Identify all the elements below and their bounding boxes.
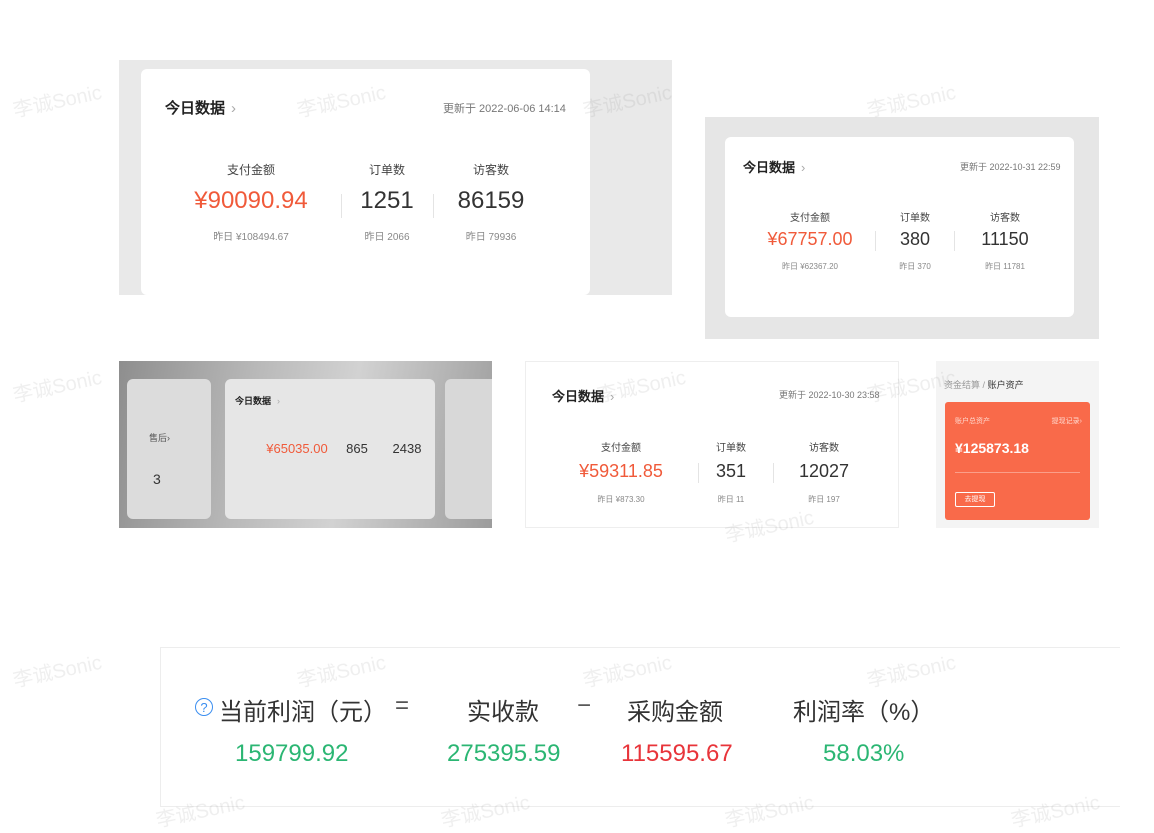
watermark: 李诚Sonic	[11, 651, 104, 693]
after-sales-value: 3	[153, 471, 161, 487]
minus-sign: −	[577, 692, 592, 719]
visitors-value: 11150	[981, 229, 1029, 249]
visitors-yesterday: 昨日 11781	[985, 262, 1025, 271]
asset-amount: ¥125873.18	[955, 440, 1029, 456]
pay-yesterday: 昨日 ¥873.30	[597, 495, 645, 504]
chevron-right-icon: ›	[1079, 418, 1082, 425]
orders-label: 订单数	[716, 443, 746, 454]
pay-yesterday: 昨日 ¥62367.20	[781, 262, 839, 271]
rate-label: 利润率（%）	[793, 699, 935, 726]
profit-formula-panel: ? 当前利润（元） = 实收款 − 采购金额 利润率（%） 159799.92 …	[160, 647, 1120, 807]
panel-account-assets: 资金结算 / 账户资产 账户总资产 提现记录› ¥125873.18 去提现	[936, 361, 1099, 528]
watermark: 李诚Sonic	[11, 366, 104, 408]
updated-time: 更新于 2022-06-06 14:14	[443, 103, 566, 115]
watermark: 李诚Sonic	[11, 81, 104, 123]
side-card	[445, 379, 492, 519]
received-value: 275395.59	[447, 740, 561, 767]
updated-time: 更新于 2022-10-30 23:58	[779, 390, 880, 400]
orders-yesterday: 昨日 2066	[364, 232, 410, 243]
orders-yesterday: 昨日 370	[899, 262, 931, 271]
equals-sign: =	[395, 692, 410, 719]
card-title[interactable]: 今日数据 ›	[552, 386, 614, 405]
chevron-right-icon: ›	[277, 396, 281, 406]
orders-value: 865	[346, 441, 368, 456]
pay-label: 支付金额	[226, 163, 275, 177]
profit-value: 159799.92	[235, 740, 349, 767]
after-sales-card[interactable]: 售后› 3	[127, 379, 211, 519]
breadcrumb-current: 账户资产	[987, 380, 1024, 390]
visitors-yesterday: 昨日 79936	[465, 232, 517, 243]
today-data-card: 今日数据 › 更新于 2022-10-31 22:59 支付金额 ¥67757.0…	[725, 137, 1074, 317]
chevron-right-icon: ›	[231, 100, 237, 117]
purchase-value: 115595.67	[621, 740, 733, 767]
divider	[433, 194, 434, 218]
pay-label: 支付金额	[790, 213, 830, 224]
received-label: 实收款	[467, 699, 539, 726]
pay-yesterday: 昨日 ¥108494.67	[213, 232, 289, 243]
card-title[interactable]: 今日数据 ›	[743, 157, 805, 176]
watermark: 李诚Sonic	[865, 81, 958, 123]
visitors-label: 访客数	[809, 443, 839, 454]
visitors-label: 访客数	[990, 213, 1020, 224]
divider	[955, 472, 1080, 476]
visitors-label: 访客数	[472, 163, 509, 177]
panel-card3: 售后› 3 今日数据 › ¥65035.00 865 2438	[119, 361, 492, 528]
visitors-value: 86159	[457, 187, 525, 214]
divider	[954, 231, 955, 251]
divider	[698, 463, 699, 483]
card-title[interactable]: 今日数据 ›	[235, 394, 280, 407]
divider	[341, 194, 342, 218]
chevron-right-icon: ›	[610, 389, 615, 404]
orders-value: 380	[899, 229, 931, 249]
rate-value: 58.03%	[823, 740, 905, 767]
visitors-value: 2438	[392, 441, 422, 456]
breadcrumb-parent[interactable]: 资金结算	[944, 380, 980, 390]
asset-card: 账户总资产 提现记录› ¥125873.18 去提现	[945, 402, 1090, 520]
updated-time: 更新于 2022-10-31 22:59	[960, 162, 1061, 172]
purchase-label: 采购金额	[627, 699, 723, 726]
visitors-value: 12027	[798, 461, 850, 481]
chevron-right-icon: ›	[167, 433, 171, 443]
card-title[interactable]: 今日数据 ›	[165, 97, 236, 118]
pay-value: ¥90090.94	[194, 187, 308, 214]
withdraw-record-link[interactable]: 提现记录›	[1052, 416, 1082, 426]
asset-title: 账户总资产	[955, 418, 990, 425]
today-data-card: 今日数据 › 更新于 2022-06-06 14:14 支付金额 ¥90090.9…	[141, 69, 590, 295]
profit-label: 当前利润（元）	[219, 699, 387, 726]
pay-value: ¥67757.00	[767, 229, 853, 249]
orders-value: 351	[715, 461, 747, 481]
orders-label: 订单数	[900, 213, 930, 224]
divider	[773, 463, 774, 483]
orders-yesterday: 昨日 11	[717, 495, 745, 504]
chevron-right-icon: ›	[801, 160, 806, 175]
pay-value: ¥65035.00	[266, 441, 328, 456]
breadcrumb: 资金结算 / 账户资产	[944, 380, 1024, 390]
withdraw-button[interactable]: 去提现	[955, 492, 995, 507]
after-sales-label: 售后›	[149, 433, 171, 443]
visitors-yesterday: 昨日 197	[808, 495, 840, 504]
panel-card2: 今日数据 › 更新于 2022-10-31 22:59 支付金额 ¥67757.0…	[705, 117, 1099, 339]
orders-label: 订单数	[368, 163, 405, 177]
pay-value: ¥59311.85	[579, 461, 663, 481]
panel-card4: 今日数据 › 更新于 2022-10-30 23:58 支付金额 ¥59311.8…	[525, 361, 899, 528]
panel-card1: 今日数据 › 更新于 2022-06-06 14:14 支付金额 ¥90090.9…	[119, 60, 672, 295]
pay-label: 支付金额	[601, 443, 641, 454]
orders-value: 1251	[360, 187, 414, 214]
divider	[875, 231, 876, 251]
help-circle-icon[interactable]: ?	[195, 698, 213, 716]
today-data-card: 今日数据 › ¥65035.00 865 2438	[225, 379, 435, 519]
